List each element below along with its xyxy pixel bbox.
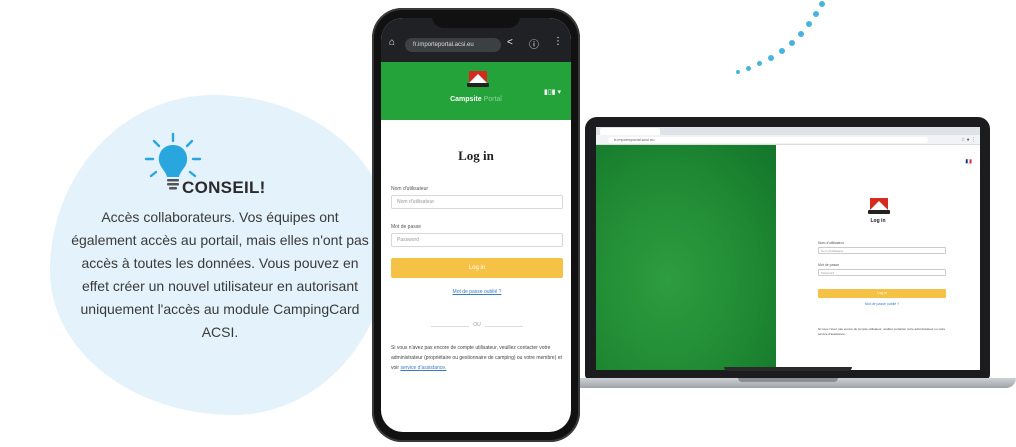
laptop-page: 🇫🇷 Log in Nom d'utilisateur Nom d'utilis… bbox=[596, 145, 980, 370]
phone-account-note: Si vous n'avez pas encore de compte util… bbox=[391, 343, 567, 373]
dot bbox=[746, 66, 751, 71]
laptop-account-note: Si vous n'avez pas encore de compte util… bbox=[818, 327, 946, 336]
phone-forgot-password-link[interactable]: Mot de passe oublié ? bbox=[391, 289, 563, 295]
language-flag-icon[interactable]: 🇫🇷 bbox=[966, 159, 972, 165]
browser-toolbar: fr.importeportal.acsi.eu ☆ ● ⋮ bbox=[596, 135, 980, 145]
phone-support-link[interactable]: service d'assistance. bbox=[400, 365, 446, 371]
laptop-username-field[interactable]: Nom d'utilisateur bbox=[818, 247, 946, 254]
laptop-login-button[interactable]: Log in bbox=[818, 289, 946, 298]
hero-image bbox=[596, 145, 776, 370]
laptop-notch bbox=[738, 378, 838, 382]
browser-tab[interactable] bbox=[600, 128, 660, 135]
dot bbox=[813, 11, 819, 17]
laptop-password-field[interactable]: Password bbox=[818, 269, 946, 276]
phone-username-label: Nom d'utilisateur bbox=[391, 186, 429, 192]
dot bbox=[779, 48, 785, 54]
laptop-password-label: Mot de passe bbox=[818, 263, 840, 267]
tip-body: Accès collaborateurs. Vos équipes ont ég… bbox=[71, 209, 369, 340]
laptop-username-label: Nom d'utilisateur bbox=[818, 241, 844, 245]
brand-main: Campsite bbox=[450, 96, 482, 103]
laptop-forgot-password-link[interactable]: Mot de passe oublié ? bbox=[818, 302, 946, 306]
dot bbox=[757, 61, 762, 66]
phone-separator-text: OU bbox=[469, 322, 485, 328]
phone-address-bar[interactable]: fr.importeportal.acsi.eu bbox=[405, 38, 501, 52]
share-icon[interactable]: < bbox=[507, 37, 513, 48]
phone-login-title: Log in bbox=[458, 148, 494, 163]
phone-site-header: Campsite Portal ▮▯▮ ▾ bbox=[381, 62, 571, 120]
dot bbox=[789, 40, 795, 46]
phone-password-label: Mot de passe bbox=[391, 224, 422, 230]
phone-login-button[interactable]: Log in bbox=[391, 258, 563, 278]
brand-accent: Portal bbox=[483, 96, 502, 103]
acsi-logo-icon bbox=[467, 71, 489, 87]
dot bbox=[819, 1, 825, 7]
browser-menu-icon[interactable]: ☆ ● ⋮ bbox=[946, 137, 976, 143]
dot bbox=[736, 70, 740, 74]
browser-tab-bar bbox=[596, 127, 980, 135]
laptop-screen: fr.importeportal.acsi.eu ☆ ● ⋮ 🇫🇷 Log in… bbox=[596, 127, 980, 370]
phone-username-field[interactable]: Nom d'utilisateur bbox=[391, 195, 563, 209]
phone-password-field[interactable]: Password bbox=[391, 233, 563, 247]
address-bar[interactable] bbox=[608, 137, 928, 143]
laptop-login-title: Log in bbox=[870, 218, 886, 224]
address-bar-text: fr.importeportal.acsi.eu bbox=[614, 137, 655, 142]
home-icon[interactable]: ⌂ bbox=[389, 37, 395, 48]
tip-title: CONSEIL! bbox=[182, 178, 266, 197]
more-options-icon[interactable]: ⋮ bbox=[553, 36, 563, 47]
language-flag-icon[interactable]: ▮▯▮ ▾ bbox=[544, 88, 561, 96]
phone-notch bbox=[432, 12, 520, 28]
dot bbox=[798, 31, 804, 37]
dot bbox=[768, 55, 774, 61]
dot bbox=[806, 21, 812, 27]
laptop-hinge bbox=[724, 367, 852, 371]
info-icon[interactable]: ⓘ bbox=[529, 36, 539, 51]
phone-brand-name: Campsite Portal bbox=[381, 96, 571, 103]
acsi-logo-icon bbox=[868, 198, 890, 214]
laptop-login-panel: 🇫🇷 Log in Nom d'utilisateur Nom d'utilis… bbox=[776, 145, 980, 370]
